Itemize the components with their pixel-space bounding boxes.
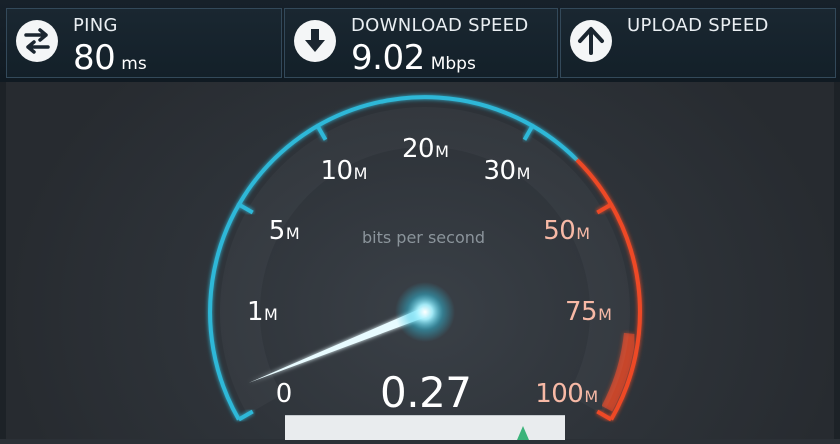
gauge-scale-label: 50M bbox=[543, 215, 590, 246]
speed-gauge: 0 1M 5M 10M 20M 30M 50M 75M 100M bits per second… bbox=[0, 82, 840, 440]
speed-graph-strip bbox=[285, 415, 565, 440]
gauge-scale-number: 50 bbox=[543, 215, 576, 246]
ping-value: 80 ms bbox=[73, 38, 147, 78]
gauge-scale-label: 5M bbox=[268, 215, 300, 246]
gauge-needle-hub bbox=[395, 282, 455, 342]
gauge-scale-number: 10 bbox=[320, 155, 354, 186]
gauge-tick bbox=[237, 409, 254, 422]
ping-arrows-icon bbox=[16, 20, 58, 62]
gauge-scale-label: 20M bbox=[402, 134, 449, 164]
upload-label: UPLOAD SPEED bbox=[627, 15, 769, 36]
gauge-scale-suffix: M bbox=[584, 386, 598, 406]
ping-stat: PING 80 ms bbox=[6, 8, 282, 78]
gauge-scale-suffix: M bbox=[353, 163, 368, 183]
gauge-scale-number: 0 bbox=[275, 378, 293, 409]
download-label: DOWNLOAD SPEED bbox=[351, 15, 529, 36]
upload-arrow-icon bbox=[570, 20, 612, 62]
gauge-scale-number: 75 bbox=[565, 297, 598, 327]
download-stat: DOWNLOAD SPEED 9.02 Mbps bbox=[284, 8, 558, 78]
download-value: 9.02 Mbps bbox=[351, 38, 476, 78]
gauge-scale-label: 75M bbox=[565, 297, 612, 327]
gauge-scale-number: 20 bbox=[402, 134, 435, 164]
gauge-scale-suffix: M bbox=[435, 142, 449, 161]
gauge-scale-suffix: M bbox=[264, 305, 278, 324]
gauge-scale-number: 5 bbox=[268, 215, 286, 246]
ping-unit: ms bbox=[121, 54, 147, 74]
download-arrow-icon bbox=[294, 20, 336, 62]
graph-marker-icon bbox=[517, 426, 529, 440]
gauge-scale-label: 100M bbox=[535, 378, 598, 409]
units-caption: bits per second bbox=[362, 228, 486, 247]
upload-stat: UPLOAD SPEED bbox=[560, 8, 836, 78]
gauge-scale-suffix: M bbox=[598, 305, 612, 324]
gauge-scale-suffix: M bbox=[285, 223, 300, 243]
gauge-scale-suffix: M bbox=[576, 223, 590, 243]
gauge-scale-number: 30 bbox=[483, 155, 517, 186]
gauge-scale-number: 100 bbox=[535, 378, 584, 409]
download-unit: Mbps bbox=[430, 54, 476, 74]
ping-label: PING bbox=[73, 15, 118, 36]
gauge-scale-number: 1 bbox=[247, 297, 264, 327]
current-speed-reading: 0.27 bbox=[380, 368, 472, 417]
gauge-tick bbox=[596, 409, 613, 422]
gauge-scale-label: 0 bbox=[275, 378, 293, 409]
gauge-scale-label: 30M bbox=[483, 155, 531, 186]
gauge-scale-label: 10M bbox=[320, 155, 368, 186]
gauge-scale-suffix: M bbox=[516, 163, 531, 183]
upload-value bbox=[627, 41, 633, 81]
stats-bar: PING 80 ms DOWNLOAD SPEED 9.02 Mbps UPLOAD… bbox=[0, 0, 840, 82]
gauge-scale-label: 1M bbox=[247, 297, 278, 327]
